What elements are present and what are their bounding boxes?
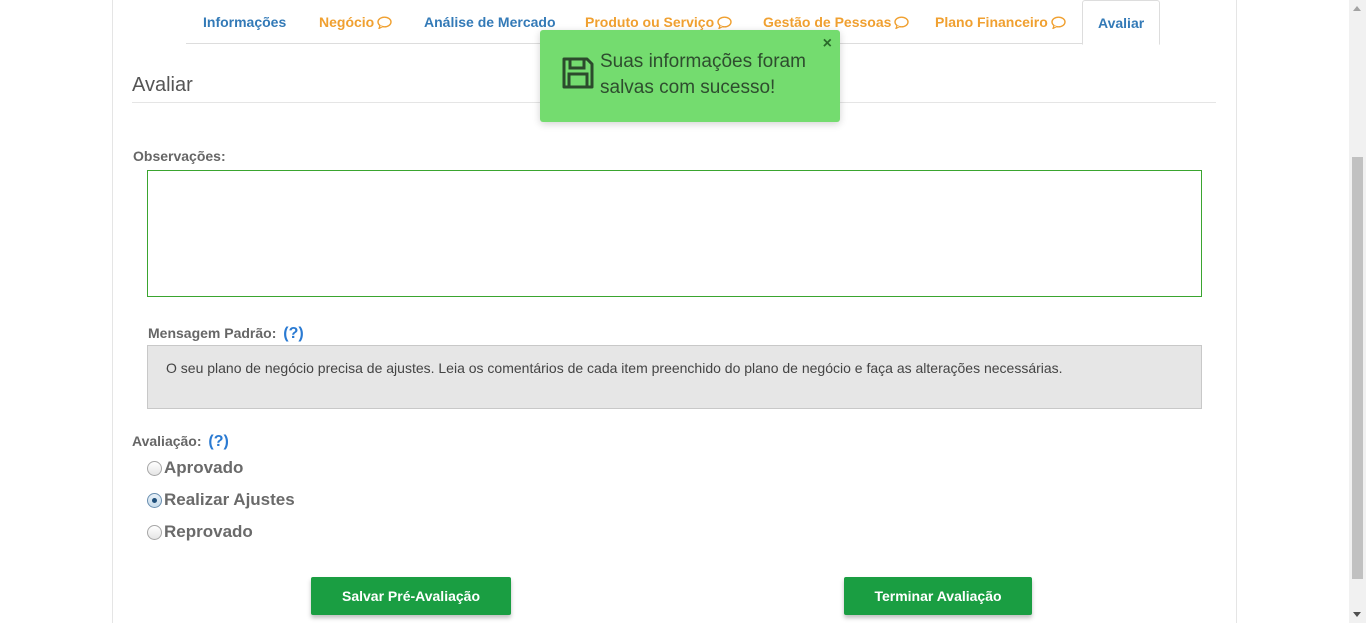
- tab-label: Avaliar: [1098, 15, 1145, 31]
- tab-label: Produto ou Serviço: [585, 14, 715, 30]
- mensagem-padrao-text: O seu plano de negócio precisa de ajuste…: [147, 345, 1202, 409]
- radio-realizar-ajustes[interactable]: Realizar Ajustes: [147, 490, 295, 510]
- tab-analise-mercado[interactable]: Análise de Mercado: [424, 0, 556, 44]
- radio-circle-icon[interactable]: [147, 460, 162, 476]
- tab-negocio[interactable]: Negócio: [319, 0, 392, 44]
- observacoes-label: Observações:: [133, 148, 226, 164]
- comment-icon: [894, 16, 910, 30]
- radio-circle-checked-icon[interactable]: [147, 492, 162, 508]
- scroll-thumb[interactable]: [1352, 157, 1363, 579]
- tab-label: Gestão de Pessoas: [763, 14, 892, 30]
- success-toast: Suas informações foram salvas com sucess…: [540, 30, 840, 122]
- mensagem-padrao-help-icon[interactable]: (?): [283, 325, 303, 342]
- mensagem-padrao-label: Mensagem Padrão:: [148, 325, 277, 341]
- tab-plano-financeiro[interactable]: Plano Financeiro: [935, 0, 1066, 44]
- close-icon[interactable]: ×: [823, 35, 832, 53]
- comment-icon: [377, 16, 392, 30]
- avaliacao-help-icon[interactable]: (?): [208, 433, 228, 450]
- radio-circle-icon[interactable]: [147, 524, 162, 540]
- scroll-up-icon[interactable]: [1353, 6, 1361, 11]
- tab-label: Análise de Mercado: [424, 14, 556, 30]
- comment-icon: [717, 16, 732, 30]
- page-scrollbar[interactable]: [1349, 0, 1366, 623]
- tab-avaliar[interactable]: Avaliar: [1082, 0, 1161, 45]
- scroll-down-icon[interactable]: [1353, 612, 1361, 617]
- avaliacao-label: Avaliação:: [132, 433, 202, 449]
- radio-label: Aprovado: [164, 458, 244, 477]
- avaliacao-label-group: Avaliação: (?): [132, 433, 229, 451]
- comment-icon: [1051, 16, 1066, 30]
- floppy-disk-icon: [562, 57, 594, 89]
- observacoes-textarea[interactable]: [147, 170, 1202, 297]
- mensagem-padrao-label-group: Mensagem Padrão: (?): [148, 325, 304, 343]
- tab-informacoes[interactable]: Informações: [203, 0, 286, 44]
- toast-message: Suas informações foram salvas com sucess…: [600, 51, 806, 98]
- tab-label: Negócio: [319, 14, 375, 30]
- radio-label: Reprovado: [164, 522, 253, 541]
- finish-evaluation-button[interactable]: Terminar Avaliação: [844, 577, 1032, 615]
- save-pre-evaluation-button[interactable]: Salvar Pré-Avaliação: [311, 577, 511, 615]
- radio-label: Realizar Ajustes: [164, 490, 295, 509]
- tab-label: Plano Financeiro: [935, 14, 1048, 30]
- radio-aprovado[interactable]: Aprovado: [147, 458, 243, 478]
- radio-reprovado[interactable]: Reprovado: [147, 522, 253, 542]
- page-title: Avaliar: [132, 74, 193, 96]
- tab-label: Informações: [203, 14, 287, 30]
